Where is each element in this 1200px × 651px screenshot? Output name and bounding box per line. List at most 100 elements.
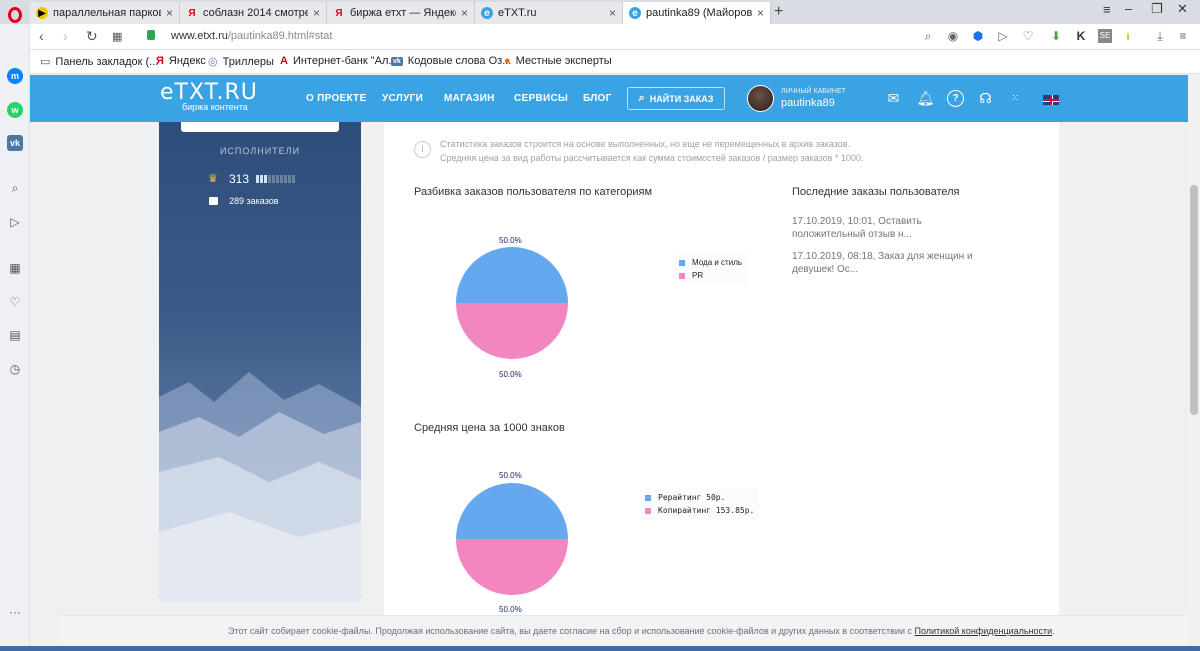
recent-order-item[interactable]: 17.10.2019, 10:01, Оставить положительны…	[792, 215, 992, 241]
bookmark-vk[interactable]: vk Кодовые слова Оз...	[391, 55, 511, 67]
rank-level-segment	[264, 175, 267, 183]
tab-menu-icon[interactable]: ≡	[1103, 2, 1111, 17]
nav-services[interactable]: УСЛУГИ	[382, 93, 423, 104]
more-icon[interactable]: ···	[7, 604, 23, 620]
close-icon[interactable]: ×	[757, 6, 764, 20]
apps-grid-icon[interactable]: ⁙	[1007, 90, 1024, 107]
uk-flag-icon[interactable]	[1043, 95, 1059, 105]
stats-info-line2: Средняя цена за вид работы рассчитываетс…	[440, 153, 864, 163]
shield-icon[interactable]: ⬢	[971, 29, 985, 43]
chart1-pie	[456, 247, 568, 359]
back-icon[interactable]: ‹	[39, 28, 44, 44]
legend-swatch	[679, 259, 685, 266]
page-scrollbar[interactable]	[1188, 75, 1200, 651]
rank-level-segment	[288, 175, 291, 183]
nav-tools[interactable]: СЕРВИСЫ	[514, 93, 568, 104]
orders-count: 289 заказов	[229, 196, 279, 206]
close-icon[interactable]: ×	[313, 6, 320, 20]
scrollbar-thumb[interactable]	[1190, 185, 1198, 415]
yandex-icon: Я	[335, 7, 343, 19]
find-order-button[interactable]: ⌕ НАЙТИ ЗАКАЗ	[627, 87, 725, 110]
tab-4-active[interactable]: e pautinka89 (Майорова Ан ×	[623, 2, 771, 24]
avatar[interactable]	[747, 85, 774, 112]
chart1-legend-item[interactable]: PR	[679, 269, 742, 282]
help-icon[interactable]: ?	[947, 90, 964, 107]
url-field[interactable]: www.etxt.ru/pautinka89.html#stat	[171, 30, 332, 42]
bell-icon[interactable]: 🔔︎	[917, 90, 935, 107]
new-tab-button[interactable]: +	[774, 3, 783, 21]
chart2-slice-0[interactable]	[456, 483, 568, 539]
site-logo[interactable]: eTXT.RU биржа контента	[160, 80, 258, 112]
legend-label: PR	[692, 271, 704, 280]
mountain-background	[159, 372, 361, 602]
bookmark-yandex[interactable]: Я Яндекс	[156, 55, 206, 67]
rank-level-segment	[256, 175, 259, 183]
lock-icon[interactable]	[147, 30, 155, 40]
search-icon[interactable]: ⌕	[7, 180, 23, 196]
search-icon[interactable]: ⌕	[921, 29, 935, 43]
maximize-icon[interactable]: ❐	[1151, 1, 1163, 17]
close-icon[interactable]: ×	[609, 6, 616, 20]
tab-3[interactable]: e eTXT.ru ×	[475, 2, 623, 24]
minimize-icon[interactable]: –	[1125, 1, 1132, 16]
speed-dial-icon[interactable]: ▦	[7, 260, 23, 276]
tab-2[interactable]: Я биржа етхт — Яндекс: на ×	[327, 2, 475, 24]
executors-heading: ИСПОЛНИТЕЛИ	[219, 146, 301, 156]
executor-card: ИСПОЛНИТЕЛИ ♛ 313 289 заказов	[159, 122, 361, 602]
url-host: www.etxt.ru	[171, 30, 228, 42]
chart1-legend-item[interactable]: Мода и стиль	[679, 256, 742, 269]
extension-icon[interactable]: SE	[1098, 29, 1112, 43]
chart2-label-bottom: 50.0%	[499, 605, 522, 614]
downloads-icon[interactable]: ⤓	[1153, 29, 1167, 43]
window-close-icon[interactable]: ✕	[1177, 1, 1188, 17]
send-icon[interactable]: ▷	[7, 214, 23, 230]
chart1-slice-0[interactable]	[456, 247, 568, 303]
bookmark-folder[interactable]: ▭ Панель закладок (...	[40, 55, 158, 69]
whatsapp-icon[interactable]: w	[7, 102, 23, 118]
privacy-policy-link[interactable]: Политикой конфиденциальности	[915, 626, 1053, 636]
card-search-field[interactable]	[181, 122, 339, 132]
bookmark-thrillers[interactable]: ◎ Триллеры	[208, 55, 274, 69]
alfabank-icon: А	[280, 55, 288, 67]
bookmark-alfabank[interactable]: А Интернет-банк "Ал...	[280, 55, 398, 67]
etxt-icon: e	[629, 7, 641, 19]
nav-shop[interactable]: МАГАЗИН	[444, 93, 495, 104]
messenger-icon[interactable]: m	[7, 68, 23, 84]
history-clock-icon[interactable]: ◷	[7, 361, 23, 377]
info-icon: i	[414, 141, 431, 158]
tab-1[interactable]: Я соблазн 2014 смотреть в ×	[180, 2, 327, 24]
url-path: /pautinka89.html#stat	[227, 30, 333, 42]
download-arrow-icon[interactable]: ⬇	[1049, 29, 1063, 43]
chart2-legend-item[interactable]: Копирайтинг 153.85р.	[645, 504, 754, 517]
heart-icon[interactable]: ♡	[1021, 29, 1035, 43]
opera-sidebar: m w vk ⌕ ▷ ▦ ♡ ▤ ◷ ···	[0, 24, 30, 651]
close-icon[interactable]: ×	[166, 6, 173, 20]
play-icon[interactable]: ▷	[996, 29, 1010, 43]
rank-level-segment	[280, 175, 283, 183]
bookmark-extension-icon[interactable]: ı	[1121, 29, 1135, 43]
mail-icon[interactable]: ✉	[885, 90, 902, 107]
forward-icon[interactable]: ›	[63, 28, 68, 44]
news-icon[interactable]: ▤	[7, 327, 23, 343]
close-icon[interactable]: ×	[461, 6, 468, 20]
username[interactable]: pautinka89	[781, 97, 835, 109]
tabs-grid-icon[interactable]: ▦	[112, 30, 122, 43]
nav-blog[interactable]: БЛОГ	[583, 93, 612, 104]
nav-about[interactable]: О ПРОЕКТЕ	[306, 93, 367, 104]
headset-icon[interactable]: ☊	[977, 90, 994, 107]
k-icon[interactable]: K	[1074, 29, 1088, 43]
chart2-slice-1[interactable]	[456, 539, 568, 595]
heart-icon[interactable]: ♡	[7, 294, 23, 310]
tab-0[interactable]: ▶ параллельная парковка ×	[30, 2, 180, 24]
menu-icon[interactable]: ≡	[1176, 29, 1190, 43]
legend-label: Мода и стиль	[692, 258, 743, 267]
tab-title: параллельная парковка	[53, 7, 161, 19]
recent-order-item[interactable]: 17.10.2019, 08:18, Заказ для женщин и де…	[792, 250, 992, 276]
camera-icon[interactable]: ◉	[946, 29, 960, 43]
chart2-legend-item[interactable]: Рерайтинг 50р.	[645, 491, 754, 504]
yandex-icon: Я	[156, 55, 164, 67]
bookmark-experts[interactable]: ● Местные эксперты	[504, 55, 612, 67]
chart1-slice-1[interactable]	[456, 303, 568, 359]
vk-icon[interactable]: vk	[7, 135, 23, 151]
reload-icon[interactable]: ↻	[86, 28, 98, 45]
